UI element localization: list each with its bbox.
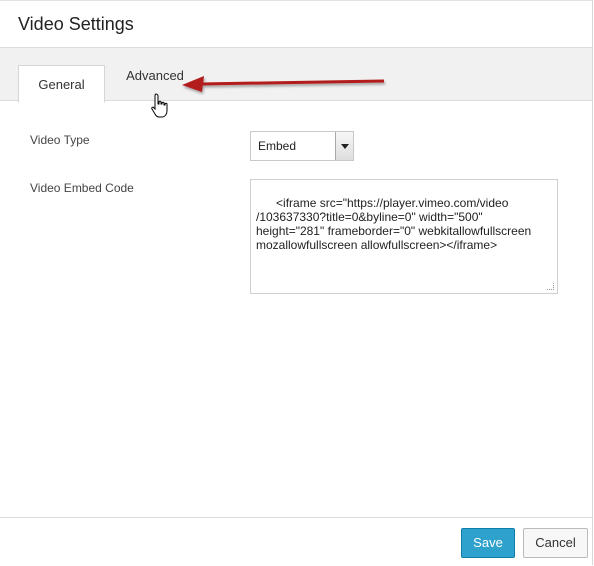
dialog-footer: Save Cancel xyxy=(0,517,592,566)
cancel-button[interactable]: Cancel xyxy=(523,528,588,558)
annotation-arrow xyxy=(182,76,385,92)
hand-cursor-icon xyxy=(151,93,168,118)
video-embed-code-textarea[interactable]: <iframe src="https://player.vimeo.com/vi… xyxy=(250,179,558,294)
dialog-header: Video Settings xyxy=(0,1,592,47)
select-arrow-icon[interactable] xyxy=(335,132,353,160)
video-type-label: Video Type xyxy=(30,133,90,147)
embed-code-text: <iframe src="https://player.vimeo.com/vi… xyxy=(256,196,532,252)
video-settings-dialog: Video Settings General Advanced Video Ty… xyxy=(0,0,593,566)
resize-grip-icon[interactable] xyxy=(547,283,554,290)
video-type-select[interactable]: Embed xyxy=(250,131,354,161)
video-embed-code-label: Video Embed Code xyxy=(30,181,134,195)
save-button[interactable]: Save xyxy=(461,528,515,558)
dialog-title: Video Settings xyxy=(18,14,134,34)
video-type-selected-value: Embed xyxy=(258,139,297,153)
tab-general[interactable]: General xyxy=(18,65,105,103)
